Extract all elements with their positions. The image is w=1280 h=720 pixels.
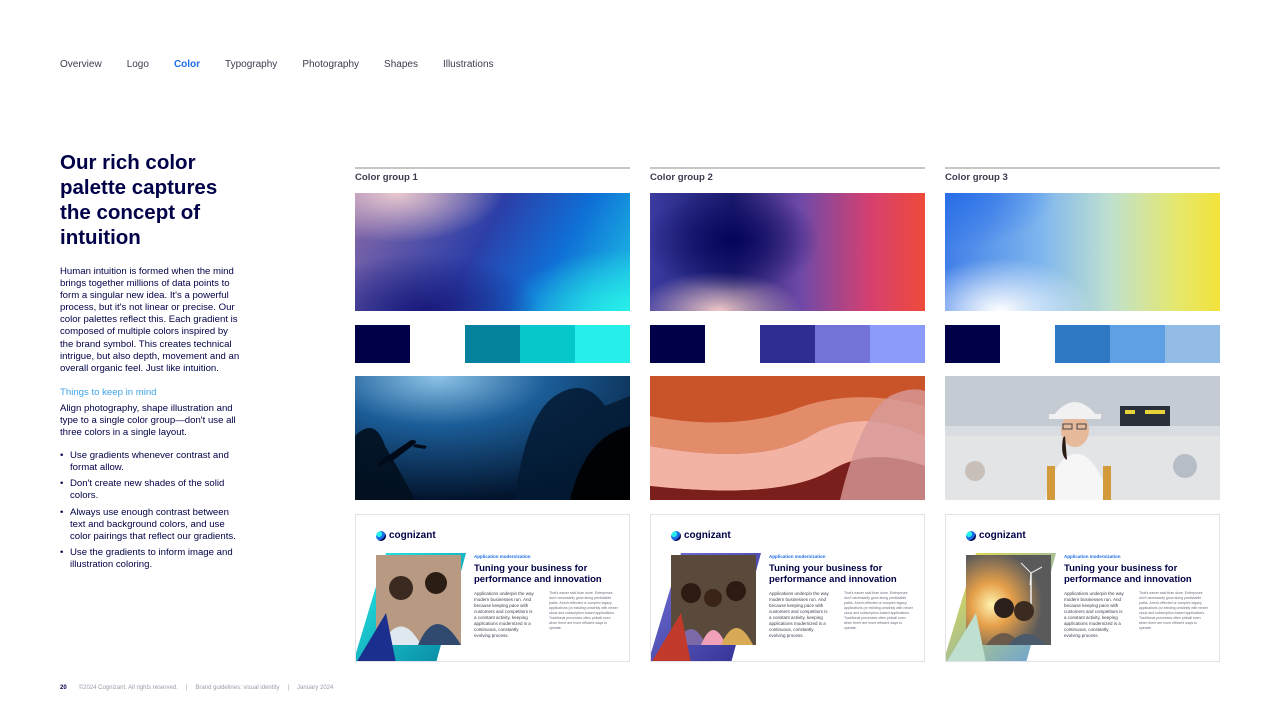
document-date: January 2024 [297, 685, 334, 691]
sample-layout-card: cognizant Application modernization Tuni… [945, 514, 1220, 662]
page-headline: Our rich color palette captures the conc… [60, 151, 218, 249]
cognizant-logo-mark-icon [376, 530, 386, 541]
cognizant-logo-mark-icon [966, 530, 976, 541]
copyright: ©2024 Cognizant. All rights reserved. [78, 685, 178, 691]
group-divider [355, 167, 630, 169]
keep-in-mind-text: Align photography, shape illustration an… [60, 402, 236, 439]
group-divider [650, 167, 925, 169]
group-title: Color group 2 [650, 172, 713, 183]
card-eyebrow: Application modernization [769, 554, 826, 559]
swatch [1165, 325, 1220, 363]
nav-shapes[interactable]: Shapes [384, 59, 418, 70]
group-divider [945, 167, 1220, 169]
logo-wordmark: cognizant [979, 530, 1026, 541]
page-footer: 20 ©2024 Cognizant. All rights reserved.… [60, 685, 333, 691]
swatch [1110, 325, 1165, 363]
card-title: Tuning your business for performance and… [474, 563, 602, 585]
solid-color-swatches [355, 325, 630, 363]
nav-overview[interactable]: Overview [60, 59, 102, 70]
card-title: Tuning your business for performance and… [769, 563, 897, 585]
top-nav: Overview Logo Color Typography Photograp… [60, 59, 519, 70]
swatch [650, 325, 705, 363]
card-eyebrow: Application modernization [474, 554, 531, 559]
guideline-item: Use the gradients to inform image and il… [60, 547, 240, 571]
gradient-swatch [650, 193, 925, 311]
card-body-col1: Applications underpin the way modern bus… [1064, 591, 1124, 638]
color-group-1: Color group 1 cognizant Application mode… [355, 167, 630, 662]
group-title: Color group 1 [355, 172, 418, 183]
page-number: 20 [60, 685, 67, 691]
swatch [355, 325, 410, 363]
footer-separator: | [287, 685, 290, 691]
card-body-col1: Applications underpin the way modern bus… [474, 591, 534, 638]
nav-logo[interactable]: Logo [127, 59, 149, 70]
intro-column: Our rich color palette captures the conc… [60, 150, 240, 575]
guideline-item: Always use enough contrast between text … [60, 507, 240, 543]
footer-separator: | [185, 685, 188, 691]
nav-illustrations[interactable]: Illustrations [443, 59, 494, 70]
solid-color-swatches [650, 325, 925, 363]
cognizant-logo: cognizant [966, 530, 1026, 541]
card-illustration [651, 553, 761, 661]
guideline-item: Don't create new shades of the solid col… [60, 478, 240, 502]
cognizant-logo: cognizant [376, 530, 436, 541]
swatch [410, 325, 465, 363]
nav-photography[interactable]: Photography [302, 59, 359, 70]
cognizant-logo: cognizant [671, 530, 731, 541]
keep-in-mind-heading: Things to keep in mind [60, 386, 157, 398]
swatch [870, 325, 925, 363]
diver-photo [355, 376, 630, 500]
solid-color-swatches [945, 325, 1220, 363]
color-group-2: Color group 2 cognizant Application mode… [650, 167, 925, 662]
card-body-col2: That's easier said than done. Enterprise… [1139, 591, 1208, 630]
card-eyebrow: Application modernization [1064, 554, 1121, 559]
intro-paragraph: Human intuition is formed when the mind … [60, 266, 240, 374]
canyon-photo [650, 376, 925, 500]
card-body-col1: Applications underpin the way modern bus… [769, 591, 829, 638]
sample-layout-card: cognizant Application modernization Tuni… [650, 514, 925, 662]
card-illustration [946, 553, 1056, 661]
nav-typography[interactable]: Typography [225, 59, 277, 70]
gradient-swatch [945, 193, 1220, 311]
swatch [815, 325, 870, 363]
traveler-photo [945, 376, 1220, 500]
card-body-col2: That's easier said than done. Enterprise… [549, 591, 618, 630]
document-name: Brand guidelines: visual identity [195, 685, 280, 691]
card-title: Tuning your business for performance and… [1064, 563, 1192, 585]
swatch [1055, 325, 1110, 363]
group-title: Color group 3 [945, 172, 1008, 183]
sample-layout-card: cognizant Application modernization Tuni… [355, 514, 630, 662]
logo-wordmark: cognizant [684, 530, 731, 541]
logo-wordmark: cognizant [389, 530, 436, 541]
swatch [1000, 325, 1055, 363]
color-group-3: Color group 3 cognizant Application mode… [945, 167, 1220, 662]
guideline-item: Use gradients whenever contrast and form… [60, 450, 240, 474]
card-illustration [356, 553, 466, 661]
swatch [945, 325, 1000, 363]
cognizant-logo-mark-icon [671, 530, 681, 541]
swatch [760, 325, 815, 363]
swatch [520, 325, 575, 363]
guideline-list: Use gradients whenever contrast and form… [60, 450, 240, 571]
nav-color[interactable]: Color [174, 59, 200, 70]
swatch [705, 325, 760, 363]
swatch [575, 325, 630, 363]
gradient-swatch [355, 193, 630, 311]
card-body-col2: That's easier said than done. Enterprise… [844, 591, 913, 630]
swatch [465, 325, 520, 363]
